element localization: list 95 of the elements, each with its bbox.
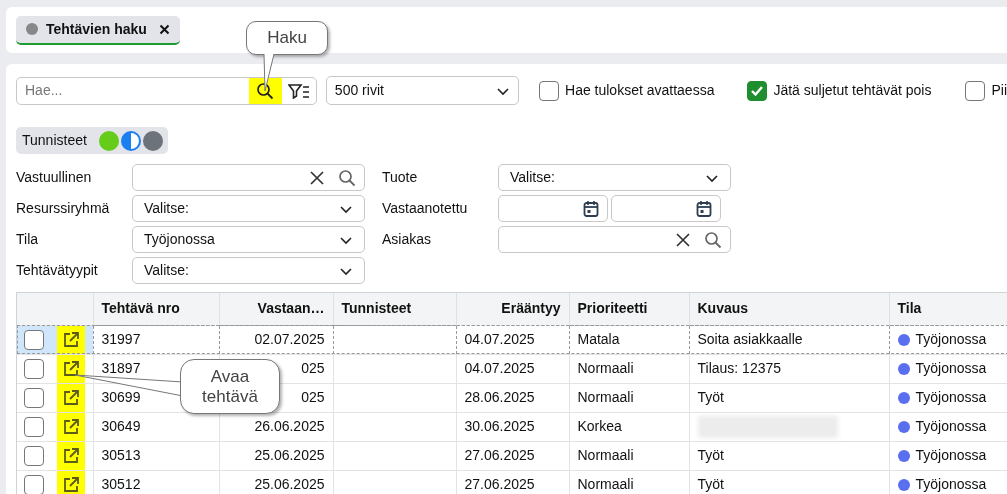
checkbox[interactable] — [539, 80, 559, 101]
status-text: Työjonossa — [915, 417, 987, 436]
select-field[interactable]: Valitse: — [132, 257, 365, 284]
table-row[interactable]: 30512 25.06.2025 27.06.2025 Normaali Työt Työjonossa — [17, 470, 1007, 494]
table-cell: Työt — [689, 470, 889, 494]
search-button[interactable] — [248, 77, 282, 104]
table-row[interactable]: 30513 25.06.2025 27.06.2025 Normaali Työt Työjonossa — [17, 441, 1007, 470]
table-cell: Työt — [689, 383, 889, 412]
date-field[interactable] — [611, 195, 721, 222]
rows-select[interactable]: 500 rivit — [325, 76, 519, 105]
table-cell: Tilaus: 12375 — [689, 354, 889, 383]
table-row[interactable]: 31997 02.07.2025 04.07.2025 Matala Soita asiakkaalle Työjonossa — [17, 325, 1007, 354]
filter-list-icon[interactable] — [287, 82, 310, 99]
table-cell: Matala — [569, 325, 689, 354]
calendar-icon[interactable] — [696, 199, 712, 218]
open-cell-highlight[interactable] — [57, 470, 85, 494]
field-label: Vastuullinen — [16, 168, 93, 187]
column-header[interactable]: Tila — [889, 293, 1007, 325]
checkbox[interactable] — [24, 329, 44, 350]
table-cell: 04.07.2025 — [456, 354, 569, 383]
status-text: Työjonossa — [915, 388, 987, 407]
status-text: Työjonossa — [915, 359, 987, 378]
checkbox[interactable] — [747, 80, 768, 101]
open-external-icon[interactable] — [62, 446, 80, 465]
close-icon[interactable] — [158, 23, 170, 35]
table-cell: Korkea — [569, 412, 689, 441]
column-header[interactable]: Vastaan… — [219, 293, 333, 325]
checkbox-label: Jätä suljetut tehtävät pois — [773, 81, 932, 100]
checkbox[interactable] — [24, 445, 44, 466]
checkbox[interactable] — [24, 416, 44, 437]
status-text: Työjonossa — [915, 330, 987, 349]
table-cell: 30.06.2025 — [456, 412, 569, 441]
column-header[interactable]: Kuvaus — [689, 293, 889, 325]
table-cell: 30512 — [93, 470, 219, 494]
field-label: Tehtävätyypit — [16, 261, 99, 280]
open-external-icon[interactable] — [62, 330, 80, 349]
field-label: Tila — [16, 230, 40, 249]
checkbox[interactable] — [24, 474, 44, 494]
table-cell: 04.07.2025 — [456, 325, 569, 354]
search-field[interactable]: Hae... — [16, 76, 317, 105]
open-cell-highlight[interactable] — [57, 325, 85, 354]
tab[interactable]: Tehtävien haku — [16, 15, 180, 45]
search-field[interactable] — [498, 226, 731, 253]
table-cell: 25.06.2025 — [219, 441, 333, 470]
tooltip-callout: Haku — [246, 21, 328, 55]
checkbox[interactable] — [24, 387, 44, 408]
column-header[interactable]: Erääntyy — [456, 293, 569, 325]
checkbox-label: Pii — [991, 81, 1007, 100]
checkbox[interactable] — [24, 358, 44, 379]
table-cell: Työt — [689, 441, 889, 470]
table-cell: Normaali — [569, 441, 689, 470]
column-header[interactable]: Tunnisteet — [333, 293, 456, 325]
table-row[interactable]: 30649 26.06.2025 30.06.2025 Korkea Työjonossa — [17, 412, 1007, 441]
tooltip-callout: Avaa tehtävä — [180, 359, 280, 414]
table-cell: 27.06.2025 — [456, 441, 569, 470]
search-field[interactable] — [132, 164, 365, 191]
table-cell: 02.07.2025 — [219, 325, 333, 354]
table-cell: 25.06.2025 — [219, 470, 333, 494]
checkbox[interactable] — [965, 80, 986, 101]
table-cell: 28.06.2025 — [456, 383, 569, 412]
open-external-icon[interactable] — [62, 359, 80, 378]
select-field[interactable]: Valitse: — [132, 195, 365, 222]
open-cell-highlight[interactable] — [57, 354, 85, 383]
table-cell: Normaali — [569, 470, 689, 494]
table-cell: Normaali — [569, 354, 689, 383]
field-label: Vastaanotettu — [382, 199, 469, 218]
open-external-icon[interactable] — [62, 417, 80, 436]
field-label: Tuote — [382, 168, 419, 187]
field-label: Asiakas — [382, 230, 433, 249]
open-external-icon[interactable] — [62, 475, 80, 494]
table-cell: Normaali — [569, 383, 689, 412]
checkbox-label: Hae tulokset avattaessa — [565, 81, 715, 100]
calendar-icon[interactable] — [583, 199, 599, 218]
clear-icon[interactable] — [674, 230, 692, 249]
table-cell: Soita asiakkaalle — [689, 325, 889, 354]
column-header[interactable]: Prioriteetti — [569, 293, 689, 325]
table-cell: 31997 — [93, 325, 219, 354]
open-cell-highlight[interactable] — [57, 383, 85, 412]
column-header[interactable]: Tehtävä nro — [93, 293, 219, 325]
open-cell-highlight[interactable] — [57, 441, 85, 470]
select-field[interactable]: Valitse: — [498, 164, 731, 191]
table-cell: 27.06.2025 — [456, 470, 569, 494]
search-input[interactable]: Hae... — [17, 80, 249, 101]
select-field[interactable]: Työjonossa — [132, 226, 365, 253]
field-label: Resurssiryhmä — [16, 199, 111, 218]
open-external-icon[interactable] — [62, 388, 80, 407]
status-text: Työjonossa — [915, 446, 987, 465]
open-cell-highlight[interactable] — [57, 412, 85, 441]
status-text: Työjonossa — [915, 475, 987, 494]
search-icon[interactable] — [256, 81, 275, 100]
table-cell: 30513 — [93, 441, 219, 470]
date-field[interactable] — [498, 195, 608, 222]
clear-icon[interactable] — [308, 168, 326, 187]
tags-label: Tunnisteet — [22, 131, 87, 150]
half-circle-icon[interactable] — [120, 130, 141, 151]
